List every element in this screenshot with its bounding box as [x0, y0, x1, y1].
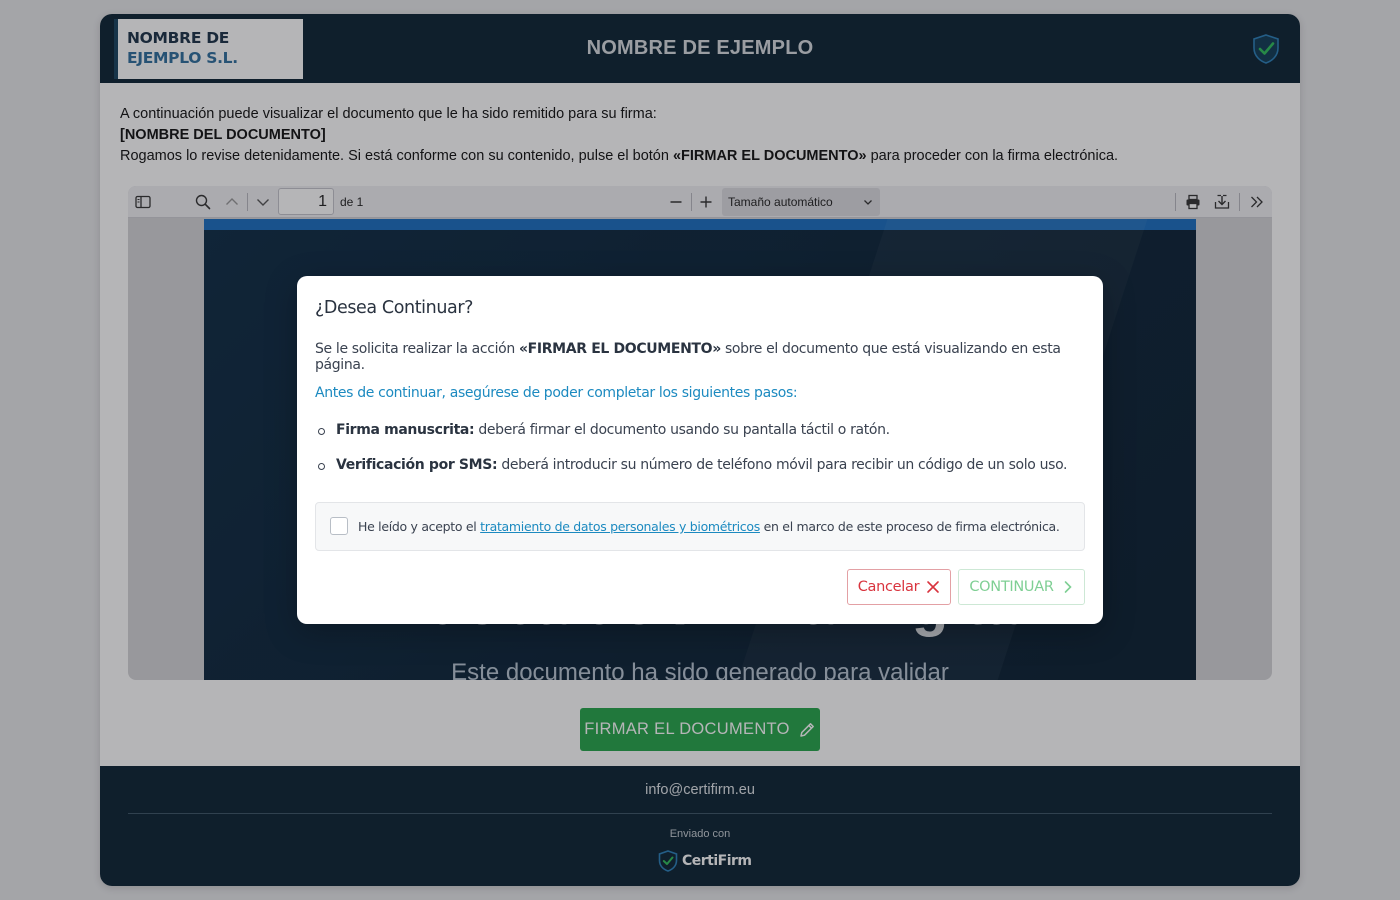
consent-box: He leído y acepto el tratamiento de dato…	[315, 502, 1085, 551]
cancel-button-label: Cancelar	[857, 579, 920, 595]
dialog-steps-heading: Antes de continuar, asegúrese de poder c…	[315, 385, 798, 401]
continue-button[interactable]: CONTINUAR	[958, 569, 1085, 605]
dialog-title: ¿Desea Continuar?	[315, 298, 474, 318]
continue-button-label: CONTINUAR	[969, 579, 1054, 595]
privacy-policy-link[interactable]: tratamiento de datos personales y biomét…	[480, 519, 760, 534]
cancel-button[interactable]: Cancelar	[847, 569, 951, 605]
consent-label: He leído y acepto el tratamiento de dato…	[358, 519, 1060, 534]
dialog-description: Se le solicita realizar la acción «FIRMA…	[315, 341, 1061, 373]
list-item: Verificación por SMS: deberá introducir …	[315, 457, 1067, 492]
steps-list: Firma manuscrita: deberá firmar el docum…	[315, 422, 1067, 492]
list-item: Firma manuscrita: deberá firmar el docum…	[315, 422, 1067, 457]
chevron-right-icon	[1064, 581, 1072, 593]
confirm-dialog: ¿Desea Continuar? Se le solicita realiza…	[297, 276, 1103, 624]
close-icon	[927, 581, 940, 593]
consent-checkbox[interactable]	[330, 517, 348, 535]
